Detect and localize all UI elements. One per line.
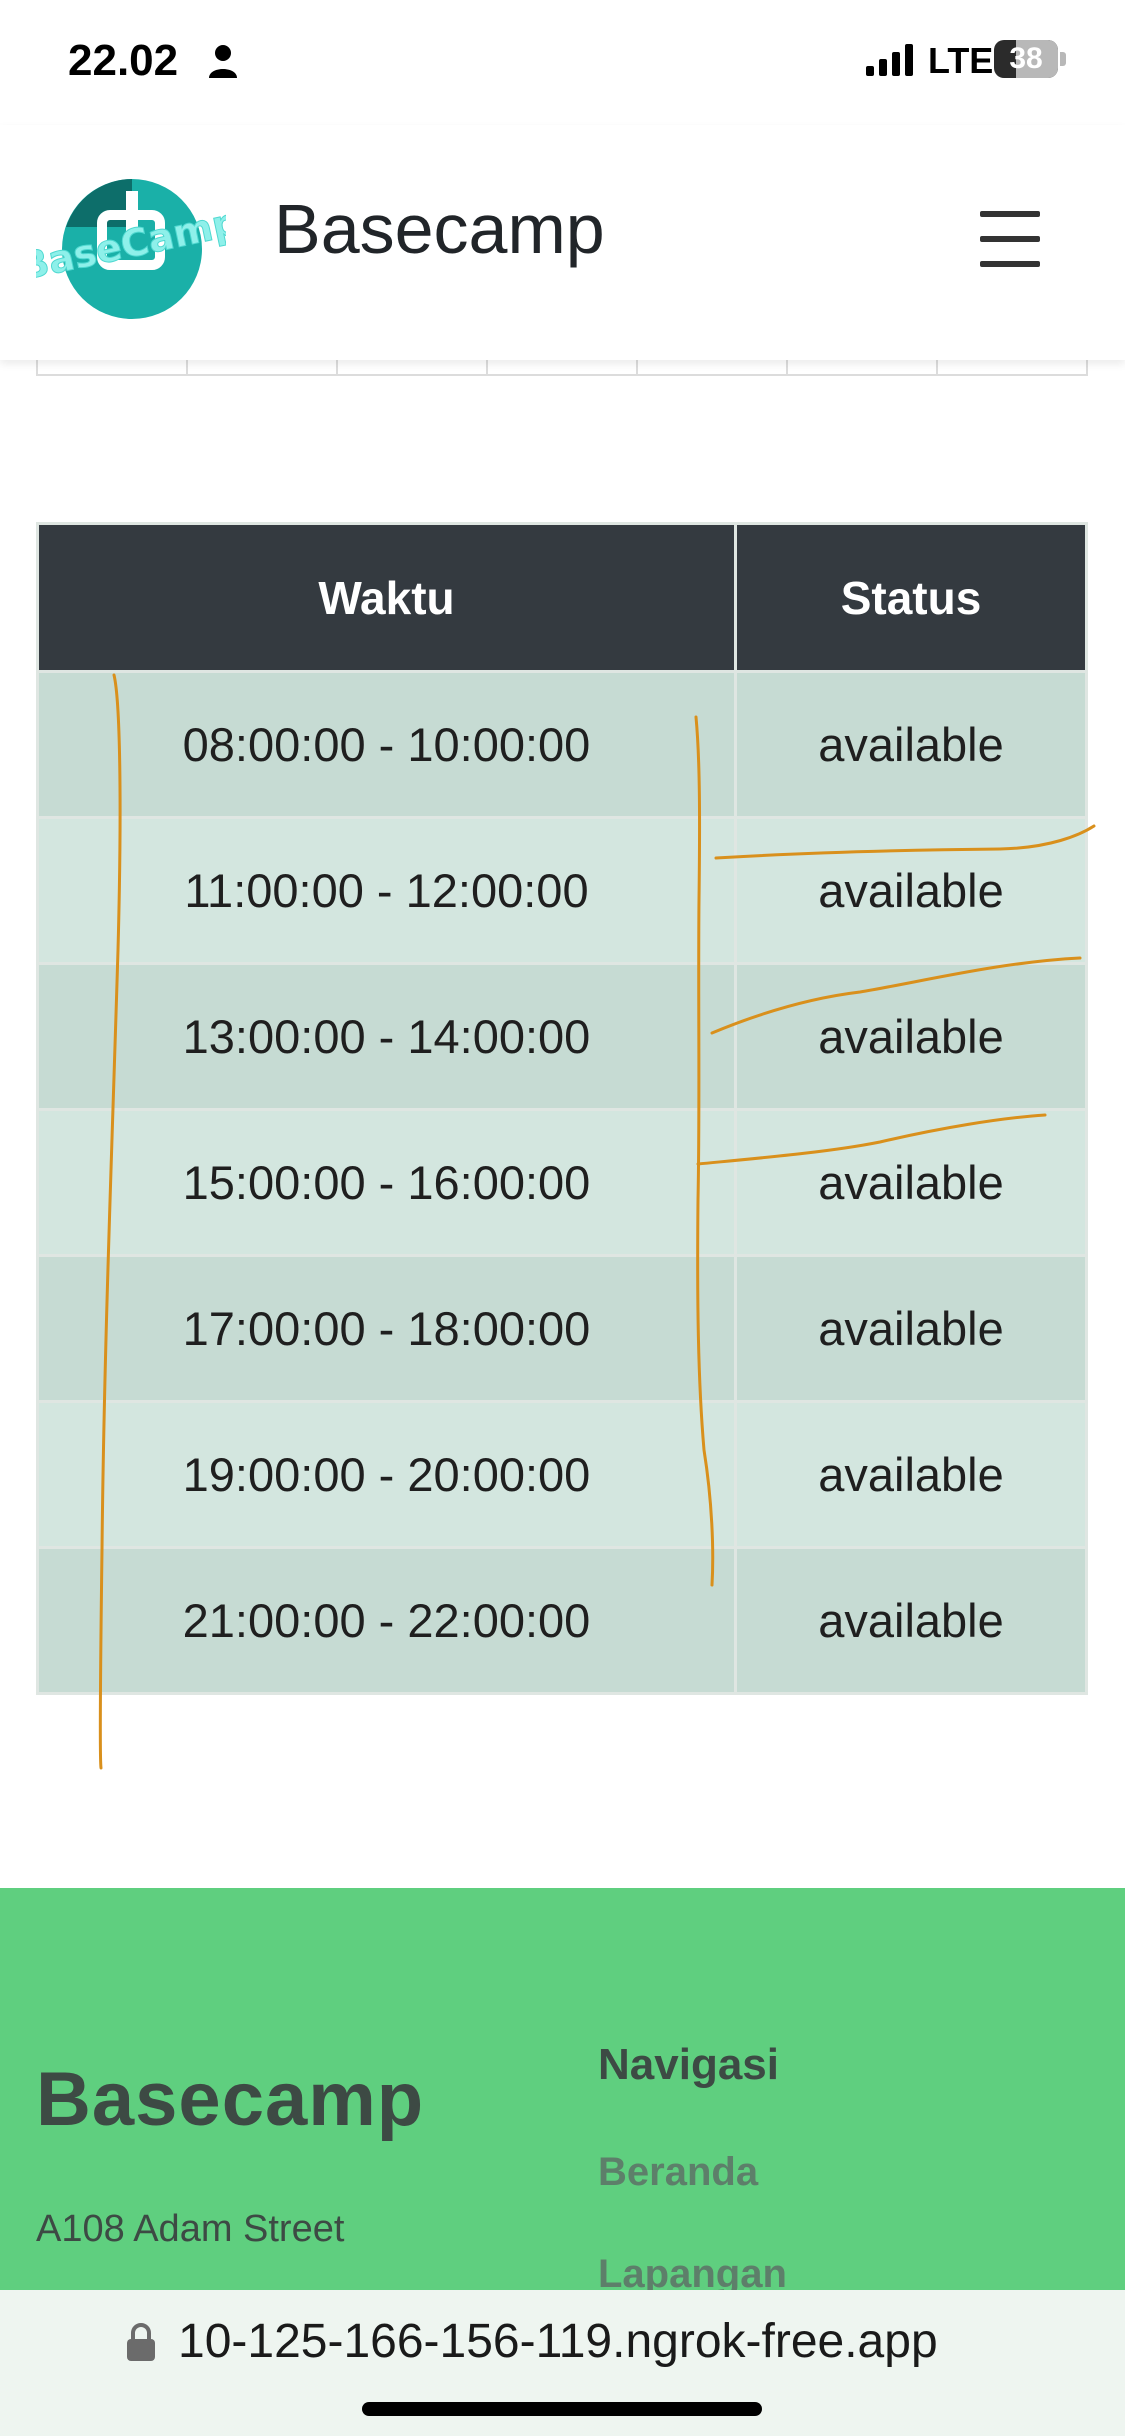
table-row: 11:00:00 - 12:00:00 available [36, 816, 1088, 965]
status-cell: available [734, 962, 1088, 1111]
battery-level: 38 [1009, 42, 1043, 75]
status-cell: available [734, 1546, 1088, 1695]
hamburger-menu-icon[interactable] [980, 211, 1046, 267]
table-row: 19:00:00 - 20:00:00 available [36, 1400, 1088, 1549]
table-row: 13:00:00 - 14:00:00 available [36, 962, 1088, 1111]
time-slot-cell: 17:00:00 - 18:00:00 [36, 1254, 737, 1403]
footer-brand: Basecamp [36, 2057, 425, 2142]
home-indicator [362, 2402, 762, 2416]
table-row: 17:00:00 - 18:00:00 available [36, 1254, 1088, 1403]
status-time: 22.02 [68, 36, 179, 85]
person-icon [209, 45, 237, 78]
table-header-row: Waktu Status [36, 522, 1088, 673]
time-slot-cell: 08:00:00 - 10:00:00 [36, 670, 737, 819]
navbar-brand[interactable]: Basecamp [274, 189, 605, 269]
table-row: 21:00:00 - 22:00:00 available [36, 1546, 1088, 1695]
basecamp-logo[interactable]: BaseCamp [36, 171, 226, 321]
footer-link-beranda[interactable]: Beranda [598, 2150, 758, 2195]
status-bar: 22.02 LTE 38 [0, 0, 1125, 125]
browser-url-bar[interactable]: 10-125-166-156-119.ngrok-free.app [0, 2290, 1125, 2436]
status-cell: available [734, 1400, 1088, 1549]
lock-icon [127, 2323, 155, 2361]
battery-icon: 38 [994, 40, 1066, 78]
header-time: Waktu [36, 522, 737, 673]
url-text[interactable]: 10-125-166-156-119.ngrok-free.app [178, 2314, 938, 2369]
status-cell: available [734, 1108, 1088, 1257]
schedule-table: Waktu Status 08:00:00 - 10:00:00 availab… [36, 522, 1088, 1695]
navbar: BaseCamp Basecamp [0, 125, 1125, 360]
status-cell: available [734, 670, 1088, 819]
time-slot-cell: 19:00:00 - 20:00:00 [36, 1400, 737, 1549]
calendar-bottom-edge [36, 360, 1088, 376]
time-slot-cell: 15:00:00 - 16:00:00 [36, 1108, 737, 1257]
time-slot-cell: 21:00:00 - 22:00:00 [36, 1546, 737, 1695]
table-row: 08:00:00 - 10:00:00 available [36, 670, 1088, 819]
table-row: 15:00:00 - 16:00:00 available [36, 1108, 1088, 1257]
footer-address: A108 Adam Street [36, 2208, 345, 2250]
footer-nav-title: Navigasi [598, 2040, 779, 2089]
time-slot-cell: 13:00:00 - 14:00:00 [36, 962, 737, 1111]
time-slot-cell: 11:00:00 - 12:00:00 [36, 816, 737, 965]
signal-icon [866, 44, 913, 76]
status-cell: available [734, 816, 1088, 965]
header-status: Status [734, 522, 1088, 673]
network-type: LTE [928, 40, 994, 81]
status-cell: available [734, 1254, 1088, 1403]
